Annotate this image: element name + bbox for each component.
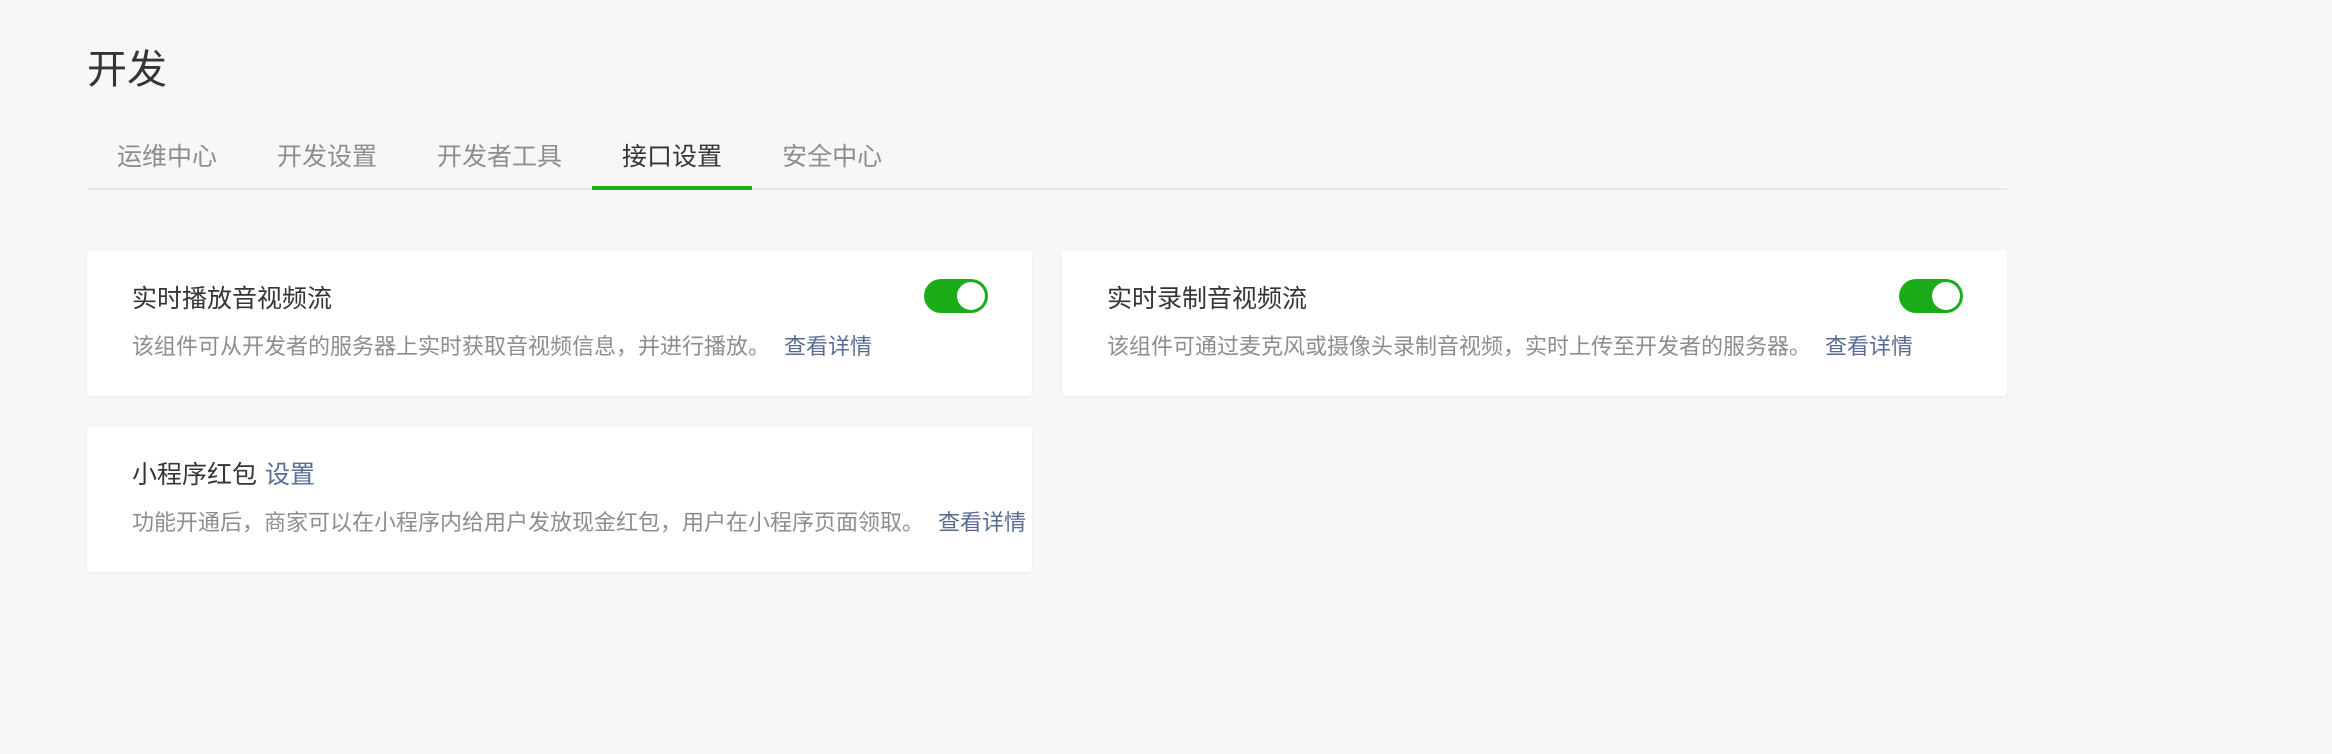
card-live-player: [87, 250, 1032, 396]
live-player-toggle[interactable]: [924, 279, 988, 313]
card-red-packet-title: 小程序红包 设置: [132, 458, 315, 492]
card-live-pusher-description: 该组件可通过麦克风或摄像头录制音视频，实时上传至开发者的服务器。 查看详情: [1107, 332, 1913, 364]
red-packet-details-link[interactable]: 查看详情: [938, 511, 1026, 536]
red-packet-settings-link[interactable]: 设置: [265, 460, 315, 489]
card-live-player-description: 该组件可从开发者的服务器上实时获取音视频信息，并进行播放。 查看详情: [132, 332, 872, 364]
card-live-player-title: 实时播放音视频流: [132, 284, 333, 313]
card-red-packet-description: 功能开通后，商家可以在小程序内给用户发放现金红包，用户在小程序页面领取。 查看详情: [132, 508, 1026, 540]
card-live-pusher-title: 实时录制音视频流: [1107, 284, 1308, 313]
description-text: 该组件可从开发者的服务器上实时获取音视频信息，并进行播放。: [132, 335, 771, 360]
card-live-pusher: [1062, 250, 2007, 396]
live-player-details-link[interactable]: 查看详情: [784, 335, 872, 360]
tab-api-settings[interactable]: 接口设置: [592, 130, 753, 190]
card-red-packet: [87, 426, 1032, 572]
page-title: 开发: [87, 47, 167, 93]
tab-operations-center[interactable]: 运维中心: [87, 130, 247, 188]
tab-developer-tools[interactable]: 开发者工具: [407, 130, 592, 188]
toggle-knob: [1932, 282, 1960, 310]
toggle-knob: [957, 282, 985, 310]
tab-security-center[interactable]: 安全中心: [752, 130, 912, 188]
live-pusher-details-link[interactable]: 查看详情: [1825, 335, 1913, 360]
description-text: 该组件可通过麦克风或摄像头录制音视频，实时上传至开发者的服务器。: [1107, 335, 1812, 360]
tab-development-settings[interactable]: 开发设置: [247, 130, 407, 188]
live-pusher-toggle[interactable]: [1899, 279, 1963, 313]
red-packet-title-text: 小程序红包: [132, 460, 258, 489]
description-text: 功能开通后，商家可以在小程序内给用户发放现金红包，用户在小程序页面领取。: [132, 511, 925, 536]
tab-bar: 运维中心 开发设置 开发者工具 接口设置 安全中心: [87, 130, 2007, 190]
